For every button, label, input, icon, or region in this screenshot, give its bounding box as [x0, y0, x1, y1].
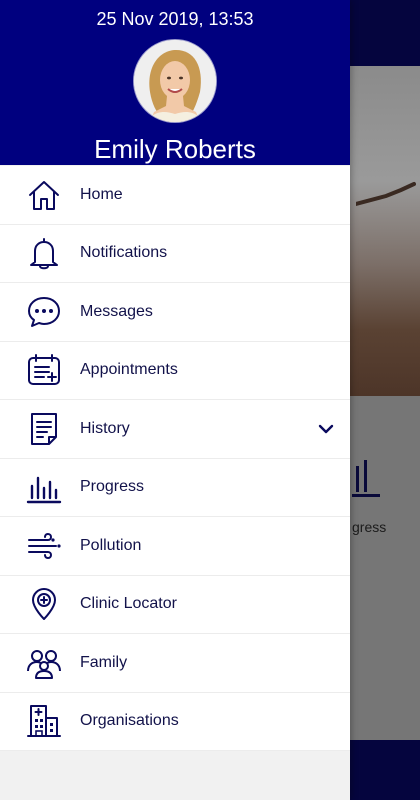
- home-icon: [26, 177, 62, 213]
- menu-item-label: Family: [80, 653, 128, 671]
- menu-item-label: History: [80, 419, 130, 437]
- drawer-header: 25 Nov 2019, 13:53 Emily Roberts: [0, 0, 350, 165]
- background-hero-image: [350, 66, 420, 396]
- document-icon: [26, 411, 62, 447]
- drawer-menu: Home Notifications Messages Appointments: [0, 166, 350, 751]
- menu-item-home[interactable]: Home: [0, 166, 350, 225]
- background-progress-label: gress: [352, 519, 387, 535]
- menu-item-history[interactable]: History: [0, 400, 350, 459]
- menu-item-label: Progress: [80, 478, 145, 496]
- menu-item-pollution[interactable]: Pollution: [0, 517, 350, 576]
- bar-chart-icon: [26, 469, 62, 505]
- background-bar-chart-icon: [352, 460, 380, 497]
- raised-arm-graphic: [356, 182, 416, 206]
- menu-item-family[interactable]: Family: [0, 634, 350, 693]
- chat-icon: [26, 294, 62, 330]
- menu-item-label: Pollution: [80, 536, 142, 554]
- wind-icon: [26, 528, 62, 564]
- menu-item-messages[interactable]: Messages: [0, 283, 350, 342]
- background-card: [350, 396, 420, 740]
- family-icon: [26, 645, 62, 681]
- bell-icon: [26, 235, 62, 271]
- menu-item-notifications[interactable]: Notifications: [0, 224, 350, 283]
- user-name: Emily Roberts: [94, 134, 256, 164]
- menu-item-label: Appointments: [80, 361, 178, 379]
- navigation-drawer: 25 Nov 2019, 13:53 Emily Roberts Home No…: [0, 0, 350, 800]
- calendar-add-icon: [26, 352, 62, 388]
- avatar[interactable]: [134, 40, 216, 122]
- chevron-down-icon[interactable]: [316, 419, 336, 439]
- menu-item-label: Organisations: [80, 712, 179, 730]
- datetime-label: 25 Nov 2019, 13:53: [96, 9, 254, 29]
- menu-item-label: Messages: [80, 302, 153, 320]
- profile-photo: [134, 40, 216, 122]
- menu-item-organisations[interactable]: Organisations: [0, 692, 350, 751]
- menu-item-clinic-locator[interactable]: Clinic Locator: [0, 575, 350, 634]
- location-pin-icon: [26, 586, 62, 622]
- menu-item-progress[interactable]: Progress: [0, 458, 350, 517]
- menu-item-appointments[interactable]: Appointments: [0, 341, 350, 400]
- menu-item-label: Notifications: [80, 244, 168, 262]
- menu-item-label: Clinic Locator: [80, 595, 177, 613]
- building-icon: [26, 703, 62, 739]
- menu-item-label: Home: [80, 185, 123, 203]
